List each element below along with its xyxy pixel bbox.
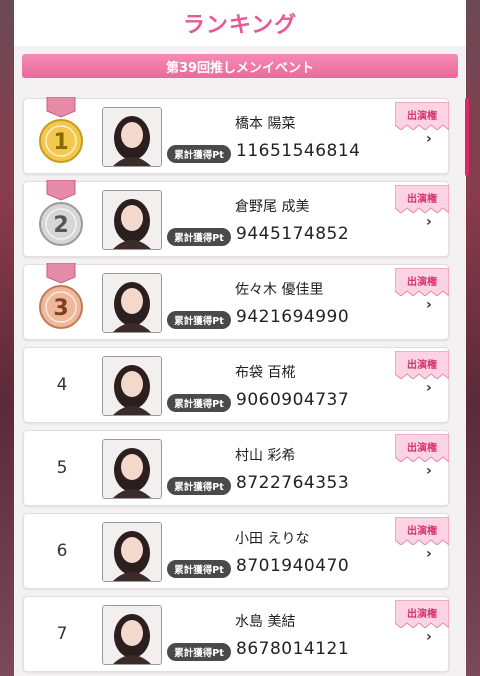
ranking-card[interactable]: 3 佐々木 優佳里 累計獲得Pt 9421694990 出演権 ›	[23, 263, 449, 340]
member-name: 村山 彩希	[235, 448, 296, 464]
points-badge: 累計獲得Pt	[167, 228, 231, 246]
points-value: 9421694990	[236, 307, 350, 327]
header: ランキング	[14, 0, 466, 46]
chevron-right-icon[interactable]: ›	[426, 214, 432, 230]
event-title-bar: 第39回推しメンイベント	[22, 54, 458, 78]
points-value: 9060904737	[236, 390, 350, 410]
member-photo[interactable]	[102, 605, 162, 665]
points-badge: 累計獲得Pt	[167, 643, 231, 661]
points-value: 8678014121	[236, 639, 350, 659]
points-value: 8722764353	[236, 473, 350, 493]
points-value: 8701940470	[236, 556, 350, 576]
medal-rank-text: 1	[53, 130, 68, 155]
appearance-ribbon-label: 出演権	[407, 609, 437, 620]
points-badge: 累計獲得Pt	[167, 477, 231, 495]
member-name: 佐々木 優佳里	[235, 282, 324, 298]
silver-medal-icon: 2	[37, 180, 85, 252]
points-badge: 累計獲得Pt	[167, 311, 231, 329]
gold-medal-icon: 1	[37, 97, 85, 169]
member-photo[interactable]	[102, 107, 162, 167]
medal-rank-text: 2	[53, 213, 68, 238]
ranking-card[interactable]: 4 布袋 百椛 累計獲得Pt 9060904737 出演権 ›	[23, 347, 449, 423]
appearance-ribbon: 出演権	[395, 268, 449, 296]
ranking-card[interactable]: 1 橋本 陽菜 累計獲得Pt 11651546814 出演権 ›	[23, 97, 449, 174]
appearance-ribbon-label: 出演権	[407, 194, 437, 205]
appearance-ribbon: 出演権	[395, 517, 449, 545]
member-name: 布袋 百椛	[235, 365, 296, 381]
appearance-ribbon: 出演権	[395, 600, 449, 628]
chevron-right-icon[interactable]: ›	[426, 546, 432, 562]
member-photo[interactable]	[102, 439, 162, 499]
chevron-right-icon[interactable]: ›	[426, 380, 432, 396]
appearance-ribbon: 出演権	[395, 102, 449, 130]
member-name: 橋本 陽菜	[235, 116, 296, 132]
appearance-ribbon: 出演権	[395, 434, 449, 462]
points-value: 11651546814	[236, 141, 361, 161]
ranking-panel: ランキング 第39回推しメンイベント 1 橋本 陽菜 累計獲得Pt 116515468…	[14, 0, 469, 676]
appearance-ribbon-label: 出演権	[407, 111, 437, 122]
member-name: 倉野尾 成美	[235, 199, 310, 215]
page-title: ランキング	[182, 13, 298, 38]
rank-number: 7	[56, 624, 68, 644]
ranking-card[interactable]: 6 小田 えりな 累計獲得Pt 8701940470 出演権 ›	[23, 513, 449, 589]
member-photo[interactable]	[102, 273, 162, 333]
appearance-ribbon-label: 出演権	[407, 360, 437, 371]
ranking-card[interactable]: 7 水島 美結 累計獲得Pt 8678014121 出演権 ›	[23, 596, 449, 672]
appearance-ribbon: 出演権	[395, 351, 449, 379]
ranking-card[interactable]: 2 倉野尾 成美 累計獲得Pt 9445174852 出演権 ›	[23, 180, 449, 257]
chevron-right-icon[interactable]: ›	[426, 297, 432, 313]
ranking-card[interactable]: 5 村山 彩希 累計獲得Pt 8722764353 出演権 ›	[23, 430, 449, 506]
points-badge: 累計獲得Pt	[167, 560, 231, 578]
appearance-ribbon: 出演権	[395, 185, 449, 213]
appearance-ribbon-label: 出演権	[407, 443, 437, 454]
points-badge: 累計獲得Pt	[167, 145, 231, 163]
scrollbar-thumb[interactable]	[465, 98, 469, 176]
points-value: 9445174852	[236, 224, 350, 244]
chevron-right-icon[interactable]: ›	[426, 463, 432, 479]
appearance-ribbon-label: 出演権	[407, 277, 437, 288]
member-name: 小田 えりな	[235, 531, 310, 547]
chevron-right-icon[interactable]: ›	[426, 629, 432, 645]
rank-number: 5	[56, 458, 68, 478]
points-badge: 累計獲得Pt	[167, 394, 231, 412]
rank-number: 6	[56, 541, 68, 561]
appearance-ribbon-label: 出演権	[407, 526, 437, 537]
background-left	[0, 0, 14, 676]
member-photo[interactable]	[102, 356, 162, 416]
scrollbar-track[interactable]	[465, 98, 469, 676]
medal-rank-text: 3	[53, 296, 68, 321]
member-name: 水島 美結	[235, 614, 296, 630]
member-photo[interactable]	[102, 522, 162, 582]
rank-number: 4	[56, 375, 68, 395]
bronze-medal-icon: 3	[37, 263, 85, 335]
member-photo[interactable]	[102, 190, 162, 250]
chevron-right-icon[interactable]: ›	[426, 131, 432, 147]
